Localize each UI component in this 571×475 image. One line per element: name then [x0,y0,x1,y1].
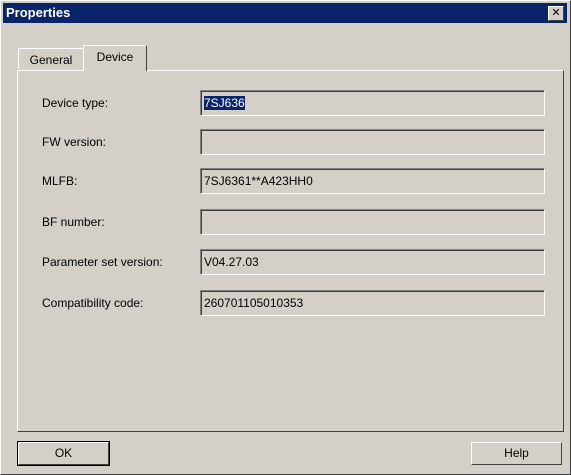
tab-general-label: General [29,53,73,67]
bf-number-label: BF number: [42,215,105,229]
parameter-set-version-label: Parameter set version: [42,255,163,269]
properties-dialog: Properties ✕ General Device Device type:… [0,0,571,475]
window-title: Properties [6,5,71,20]
device-type-label: Device type: [42,96,109,110]
tab-device-label: Device [96,50,134,64]
parameter-set-version-field[interactable]: V04.27.03 [200,249,545,275]
close-button[interactable]: ✕ [548,6,564,21]
device-tab-panel: Device type: 7SJ636 FW version: MLFB: 7S… [17,70,564,432]
compatibility-code-label: Compatibility code: [42,296,144,310]
device-type-field[interactable]: 7SJ636 [200,90,545,116]
close-icon: ✕ [551,7,561,19]
device-type-value: 7SJ636 [204,96,245,110]
mlfb-label: MLFB: [42,174,78,188]
bf-number-field[interactable] [200,209,545,235]
title-bar[interactable]: Properties ✕ [3,3,567,23]
tab-general[interactable]: General [18,48,84,69]
ok-button[interactable]: OK [17,441,110,466]
tab-device[interactable]: Device [83,45,147,71]
fw-version-field[interactable] [200,129,545,155]
compatibility-code-field[interactable]: 260701105010353 [200,290,545,316]
help-button[interactable]: Help [471,442,562,465]
mlfb-field[interactable]: 7SJ6361**A423HH0 [200,168,545,194]
fw-version-label: FW version: [42,135,107,149]
